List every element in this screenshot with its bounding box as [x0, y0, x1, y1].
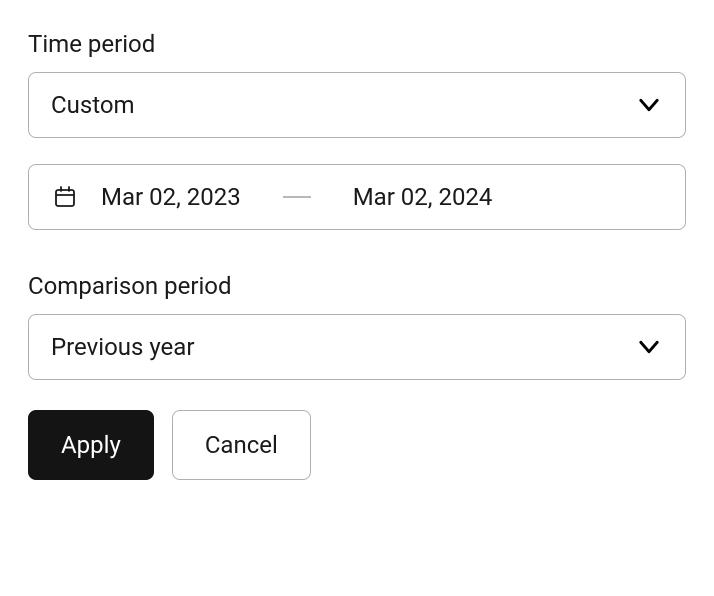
chevron-down-icon [635, 333, 663, 361]
calendar-icon [53, 185, 77, 209]
action-buttons: Apply Cancel [28, 410, 686, 480]
comparison-period-label: Comparison period [28, 272, 686, 300]
date-range-separator [283, 196, 311, 198]
chevron-down-icon [635, 91, 663, 119]
comparison-period-value: Previous year [51, 333, 194, 361]
comparison-period-section: Comparison period Previous year [28, 272, 686, 380]
comparison-period-select[interactable]: Previous year [28, 314, 686, 380]
cancel-button[interactable]: Cancel [172, 410, 311, 480]
date-range-end: Mar 02, 2024 [353, 183, 493, 211]
time-period-value: Custom [51, 91, 135, 119]
time-period-section: Time period Custom Mar 02, 2023 Mar 02, … [28, 30, 686, 230]
date-range-start: Mar 02, 2023 [101, 183, 241, 211]
date-range-input[interactable]: Mar 02, 2023 Mar 02, 2024 [28, 164, 686, 230]
apply-button[interactable]: Apply [28, 410, 154, 480]
time-period-label: Time period [28, 30, 686, 58]
time-period-select[interactable]: Custom [28, 72, 686, 138]
